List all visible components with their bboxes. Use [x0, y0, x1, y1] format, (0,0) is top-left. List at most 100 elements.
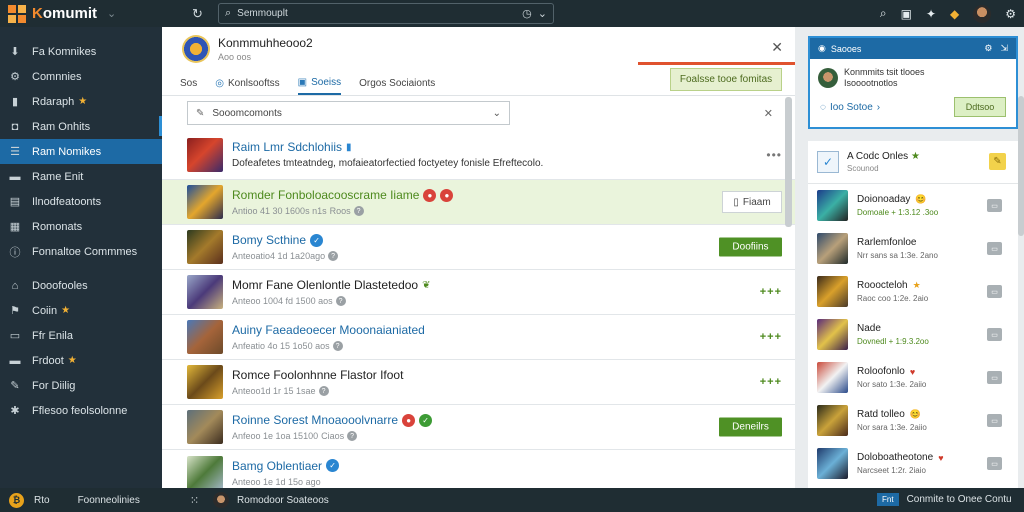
- game-thumbnail: [187, 275, 223, 309]
- game-thumbnail: [187, 230, 223, 264]
- status-badge[interactable]: Fnt: [877, 493, 899, 506]
- sidebar-item-enit[interactable]: ▬ Rame Enit: [0, 164, 162, 189]
- filter-placeholder: Sooomcomonts: [212, 107, 282, 119]
- lock-icon: ▮: [346, 141, 352, 153]
- sidebar-item-ilnodfeatoonts[interactable]: ▤ Ilnodfeatoonts: [0, 189, 162, 214]
- sidebar-item-commmes[interactable]: ⓘ Fonnaltoe Commmes: [0, 239, 162, 264]
- list-item[interactable]: Romce Foolonhnne Flastor Ifoot Anteoo1d …: [162, 360, 795, 405]
- confirm-button[interactable]: Ddtsoo: [954, 97, 1006, 117]
- close-icon[interactable]: ✕: [771, 39, 783, 56]
- sidebar-item-coiin[interactable]: ⚑ Coiin ★: [0, 298, 162, 323]
- list-item[interactable]: Doloboatheotone ♥ Narcseet 1:2r. 2iaio ▭: [808, 442, 1018, 485]
- sidebar-item-feolsolonne[interactable]: ✱ Fflesoo feolsolonne: [0, 398, 162, 423]
- message-icon[interactable]: ▭: [987, 199, 1002, 212]
- alert-badge-icon: ●: [402, 413, 416, 427]
- add-icon[interactable]: +++: [760, 286, 782, 298]
- coin-icon[interactable]: ₿: [9, 492, 24, 508]
- sidebar-item-comnnies[interactable]: ⚙ Comnnies: [0, 64, 162, 89]
- plugin-icon[interactable]: ✦: [926, 7, 936, 21]
- clear-filter-icon[interactable]: ✕: [764, 107, 773, 120]
- list-item[interactable]: Roloofonlo ♥ Nor sato 1:3e. 2aiio ▭: [808, 356, 1018, 399]
- settings-icon[interactable]: ⚙: [984, 43, 992, 54]
- message-icon[interactable]: ▭: [987, 242, 1002, 255]
- verified-icon: ✓: [310, 233, 324, 247]
- sidebar-item-komnikes[interactable]: ⬇ Fa Komnikes: [0, 39, 162, 64]
- list-item[interactable]: Momr Fane Olenlontle Dlastetedoo ❦ Anteoo…: [162, 270, 795, 315]
- message-icon[interactable]: ▭: [987, 457, 1002, 470]
- gear-icon[interactable]: ⚙: [1005, 7, 1016, 21]
- refresh-icon[interactable]: ↻: [192, 6, 212, 22]
- notification-user[interactable]: Konmmits tsit tlooes Isooootnotlos: [810, 59, 1016, 89]
- help-icon: ?: [353, 206, 364, 216]
- see-more-link[interactable]: Ioo Sotoe: [830, 102, 873, 113]
- sidebar-item-nomikes[interactable]: ☰ Ram Nomikes: [0, 139, 162, 164]
- game-thumbnail: [187, 455, 223, 490]
- page-subtitle: Aoo oos: [218, 52, 252, 62]
- list-item[interactable]: Auiny Faeadeoecer Mooonaianiated Anfeati…: [162, 315, 795, 360]
- preview-button[interactable]: ▯ Fiaam: [722, 191, 782, 213]
- list-item[interactable]: Ratd tolleo 😊 Nor sara 1:3e. 2aiio ▭: [808, 399, 1018, 442]
- message-icon[interactable]: ▭: [987, 285, 1002, 298]
- notifications-card: ◉ Saooes ⚙ ⇲ Konmmits tsit tlooes Isoooo…: [808, 36, 1018, 129]
- chevron-down-icon[interactable]: ⌄: [538, 7, 547, 20]
- list-item[interactable]: Doionoaday 😊 Domoale + 1:3.12 .3oo ▭: [808, 184, 1018, 227]
- sidebar-item-enila[interactable]: ▭ Ffr Enila: [0, 323, 162, 348]
- bottom-user-name[interactable]: Romodoor Soateoos: [237, 495, 329, 506]
- tab-konlsooftss[interactable]: ◎ Konlsooftss: [215, 78, 279, 95]
- avatar[interactable]: [213, 492, 230, 508]
- avatar: [818, 68, 838, 88]
- search-input[interactable]: ⌕ Semmouplt ◷ ⌄: [218, 3, 554, 24]
- brand-logo[interactable]: Komumit ⌄: [0, 4, 162, 23]
- filter-select[interactable]: ✎ Sooomcomonts ⌄: [187, 101, 510, 125]
- pencil-icon: ✎: [196, 107, 205, 119]
- chevron-right-icon: ›: [876, 101, 881, 113]
- right-scrollbar[interactable]: [1018, 96, 1024, 236]
- tab-sociaionts[interactable]: Orgos Sociaionts: [359, 78, 435, 95]
- verified-icon: ✓: [419, 413, 433, 427]
- more-icon[interactable]: •••: [766, 148, 782, 162]
- bottom-bar: ₿ Rto Foonneolinies ⁙ Romodoor Soateoos …: [0, 488, 1024, 512]
- list-item[interactable]: Nade Dovnedl + 1:9.3.2oo ▭: [808, 313, 1018, 356]
- heart-icon: ♥: [938, 452, 944, 463]
- clock-icon[interactable]: ◷: [522, 7, 532, 20]
- tab-sos[interactable]: Sos: [180, 78, 197, 95]
- details-button[interactable]: Deneilrs: [719, 417, 782, 437]
- sidebar-item-onhits[interactable]: ◘ Ram Onhits: [0, 114, 162, 139]
- bookmark-icon[interactable]: ▣: [901, 7, 912, 21]
- list-item[interactable]: Bomy Scthine ✓ Anteoatio4 1d 1a20ago? Doo…: [162, 225, 795, 270]
- chat-icon: ◘: [11, 120, 19, 133]
- sidebar-item-frdoot[interactable]: ▬ Frdoot ★: [0, 348, 162, 373]
- list-item[interactable]: Raim Lmr Sdchlohiis ▮ Dofeafetes tmteatnd…: [162, 130, 795, 180]
- notification-icon[interactable]: ◆: [950, 7, 959, 21]
- message-icon[interactable]: ▭: [987, 414, 1002, 427]
- sidebar-item-rdaraph[interactable]: ▮ Rdaraph ★: [0, 89, 162, 114]
- sidebar-item-romonats[interactable]: ▦ Romonats: [0, 214, 162, 239]
- avatar[interactable]: [973, 4, 992, 23]
- chevron-down-icon[interactable]: ⌄: [107, 7, 116, 20]
- list-item[interactable]: Romder Fonboloacooscrame Iiame ● ● Antioo …: [162, 180, 795, 225]
- list-item[interactable]: Roinne Sorest Mnoaooolvnarre ● ✓ Anfeoo 1e…: [162, 405, 795, 450]
- check-icon[interactable]: ✓: [817, 151, 839, 173]
- search-placeholder: Semmouplt: [237, 8, 288, 19]
- favorite-icon[interactable]: ✎: [989, 153, 1006, 170]
- sidebar-item-diilig[interactable]: ✎ For Diilig: [0, 373, 162, 398]
- add-icon[interactable]: +++: [760, 376, 782, 388]
- bottom-label[interactable]: Rto: [34, 495, 50, 506]
- details-button[interactable]: Doofiins: [719, 237, 782, 257]
- notify-button[interactable]: Foalsse tooe fomitas: [670, 68, 782, 91]
- game-thumbnail: [187, 320, 223, 354]
- bottom-label[interactable]: Foonneolinies: [78, 495, 140, 506]
- main-scrollbar[interactable]: [785, 97, 792, 227]
- message-icon[interactable]: ▭: [987, 371, 1002, 384]
- grid-icon[interactable]: ⁙: [190, 494, 199, 507]
- search-icon[interactable]: ⌕: [880, 6, 887, 21]
- alert-badge-icon: ●: [423, 188, 437, 202]
- message-icon[interactable]: ▭: [987, 328, 1002, 341]
- expand-icon[interactable]: ⇲: [1000, 43, 1008, 54]
- game-thumbnail: [187, 410, 223, 444]
- add-icon[interactable]: +++: [760, 331, 782, 343]
- list-item[interactable]: Rooocteloh ★ Raoc coo 1:2e. 2aio ▭: [808, 270, 1018, 313]
- tab-soeiss[interactable]: ▣ Soeiss: [297, 77, 342, 95]
- list-item[interactable]: Rarlemfonloe Nrr sans sa 1:3e. 2ano ▭: [808, 227, 1018, 270]
- sidebar-item-dooofooles[interactable]: ⌂ Dooofooles: [0, 273, 162, 298]
